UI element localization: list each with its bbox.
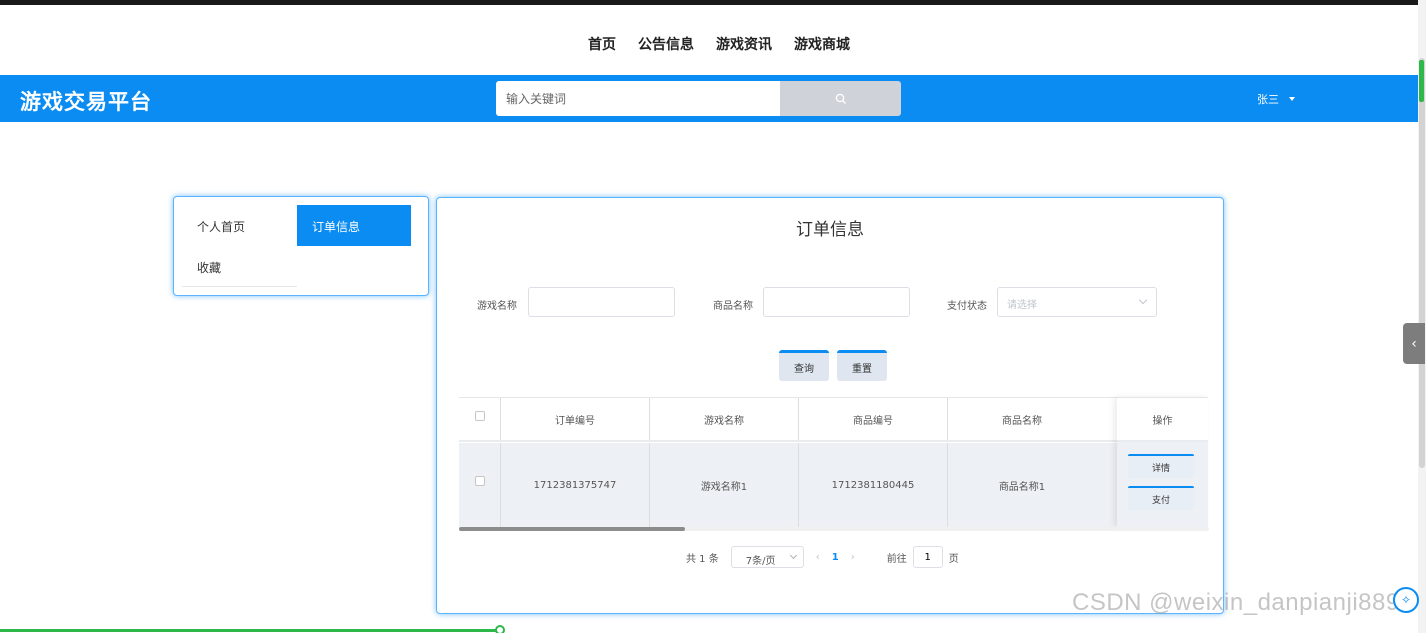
nav-game-mall[interactable]: 游戏商城: [794, 34, 850, 54]
details-button[interactable]: 详情: [1128, 454, 1194, 478]
user-sidebar: 个人首页 订单信息 收藏: [173, 196, 429, 296]
col-game-name: 游戏名称: [649, 398, 798, 440]
table-header: 订单编号 游戏名称 商品编号 商品名称: [459, 397, 1208, 442]
select-all-checkbox[interactable]: [475, 411, 485, 421]
divider: [182, 286, 297, 287]
assistant-icon[interactable]: ✧: [1393, 587, 1419, 613]
orders-panel: 订单信息 游戏名称 商品名称 支付状态 请选择 查询 重置 订单编号 游戏名称 …: [436, 197, 1224, 614]
page-size-value: 7条/页: [745, 556, 776, 567]
product-name-input[interactable]: [763, 287, 910, 317]
col-product-no: 商品编号: [798, 398, 947, 440]
caret-down-icon: [1289, 97, 1295, 101]
reset-button[interactable]: 重置: [837, 350, 887, 381]
scrollbar-thumb[interactable]: [1419, 58, 1425, 468]
header-bar: 游戏交易平台 张三: [0, 75, 1418, 122]
cell-game-name: 游戏名称1: [649, 443, 798, 527]
chevron-down-icon: [789, 551, 797, 560]
sidebar-item-favorites[interactable]: 收藏: [197, 259, 221, 276]
sidebar-item-orders[interactable]: 订单信息: [297, 205, 411, 246]
table-scrollbar-thumb[interactable]: [459, 527, 685, 531]
top-nav: 首页 公告信息 游戏资讯 游戏商城: [0, 5, 1426, 75]
pay-button[interactable]: 支付: [1128, 486, 1194, 510]
pagination: 共 1 条 7条/页 ‹ 1 › 前往 页: [686, 546, 959, 568]
brand-title: 游戏交易平台: [20, 90, 152, 114]
col-order-no: 订单编号: [500, 398, 649, 440]
search-input[interactable]: [496, 81, 781, 116]
page-title: 订单信息: [796, 220, 864, 240]
game-name-input[interactable]: [528, 287, 675, 317]
video-progress-bar[interactable]: [0, 625, 505, 633]
next-page-button[interactable]: ›: [851, 552, 855, 563]
game-name-label: 游戏名称: [477, 301, 517, 312]
page-number-current[interactable]: 1: [832, 552, 839, 563]
product-name-label: 商品名称: [713, 301, 753, 312]
goto-page-input[interactable]: [912, 546, 943, 568]
sidebar-item-profile[interactable]: 个人首页: [197, 218, 245, 235]
orders-table: 订单编号 游戏名称 商品编号 商品名称 1712381375747 游戏名称1 …: [459, 397, 1208, 527]
pay-status-placeholder: 请选择: [1007, 300, 1037, 311]
progress-knob[interactable]: [495, 625, 505, 633]
page-scrollbar[interactable]: [1418, 0, 1426, 633]
page-suffix: 页: [948, 553, 959, 565]
prev-page-button[interactable]: ‹: [816, 552, 820, 563]
watermark: CSDN @weixin_danpianji889: [1072, 589, 1400, 616]
col-actions: 操作: [1117, 397, 1208, 442]
username: 张三: [1257, 93, 1279, 106]
total-count: 共 1 条: [686, 553, 719, 565]
pay-status-label: 支付状态: [947, 301, 987, 312]
nav-home[interactable]: 首页: [588, 34, 616, 54]
query-button[interactable]: 查询: [779, 350, 829, 381]
cell-product-no: 1712381180445: [798, 443, 947, 527]
table-row: 1712381375747 游戏名称1 1712381180445 商品名称1: [459, 443, 1208, 527]
chevron-left-icon: ‹: [1411, 335, 1417, 352]
cell-product-name: 商品名称1: [947, 443, 1096, 527]
chevron-down-icon: [1138, 295, 1148, 305]
search-icon: [835, 93, 846, 104]
nav-game-news[interactable]: 游戏资讯: [716, 34, 772, 54]
user-menu[interactable]: 张三: [1257, 91, 1295, 107]
side-collapse-tab[interactable]: ‹: [1403, 323, 1425, 364]
col-product-name: 商品名称: [947, 398, 1096, 440]
cell-order-no: 1712381375747: [500, 443, 649, 527]
actions-column: 操作 详情 支付: [1117, 397, 1208, 527]
scroll-indicator: [1419, 60, 1424, 102]
page-size-select[interactable]: 7条/页: [730, 546, 804, 568]
search-button[interactable]: [780, 81, 901, 116]
pay-status-select[interactable]: 请选择: [997, 287, 1157, 317]
table-scrollbar[interactable]: [459, 527, 1209, 531]
row-checkbox[interactable]: [475, 476, 485, 486]
nav-announcements[interactable]: 公告信息: [638, 34, 694, 54]
goto-label: 前往: [886, 553, 907, 565]
